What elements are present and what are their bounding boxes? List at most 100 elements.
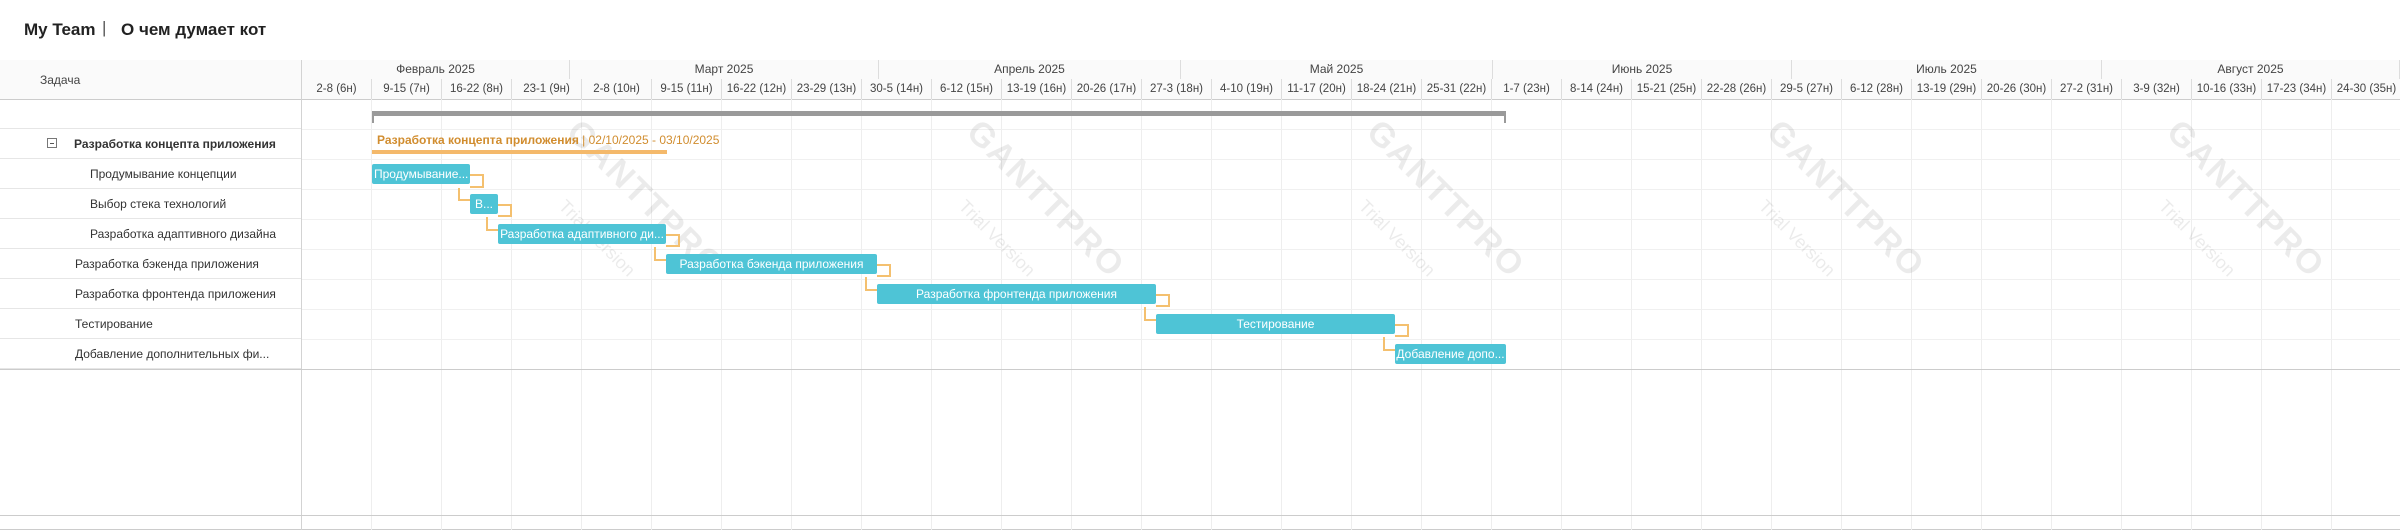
watermark-brand: GANTTPRO [959,112,1133,286]
task-row[interactable]: Разработка бэкенда приложения [0,249,301,279]
scroll-area-divider [0,515,2400,516]
row-divider [302,129,2400,130]
week-gridline [1981,99,1982,530]
task-label: Разработка адаптивного дизайна [90,227,277,241]
week-gridline [791,99,792,530]
row-divider [302,339,2400,340]
task-row[interactable]: Тестирование [0,309,301,339]
dependency-link[interactable] [1395,324,1409,337]
gantt-chart: Задача Разработка концепта приложения Пр… [0,60,2400,531]
month-header: Март 2025 [570,60,879,79]
task-column-header[interactable]: Задача [0,60,301,100]
app-header: My Team | О чем думает кот [0,0,2400,60]
week-header: 9-15 (11н) [652,79,722,99]
week-gridline [1561,99,1562,530]
week-header: 20-26 (17н) [1072,79,1142,99]
week-header: 8-14 (24н) [1562,79,1632,99]
week-header: 27-2 (31н) [2052,79,2122,99]
month-header: Февраль 2025 [302,60,570,79]
task-row-project[interactable] [0,99,301,129]
week-gridline [2261,99,2262,530]
week-header: 23-1 (9н) [512,79,582,99]
task-label: Разработка фронтенда приложения [75,287,276,301]
week-header: 27-3 (18н) [1142,79,1212,99]
week-gridline [2121,99,2122,530]
week-gridline [1701,99,1702,530]
week-gridline [861,99,862,530]
task-column-label: Задача [40,73,81,87]
dependency-link[interactable] [666,234,680,247]
grid-bottom-divider [0,369,2400,370]
week-header: 24-30 (35н) [2332,79,2400,99]
week-gridline [511,99,512,530]
team-name[interactable]: My Team [24,20,96,40]
dependency-link[interactable] [1156,294,1170,307]
week-scale: 2-8 (6н) 9-15 (7н) 16-22 (8н) 23-1 (9н) 2-8 … [302,79,2400,100]
task-grid: Задача Разработка концепта приложения Пр… [0,60,302,530]
summary-label: Разработка концепта приложения | 02/10/2… [377,133,720,147]
week-gridline [1911,99,1912,530]
task-label: Разработка бэкенда приложения [75,257,259,271]
month-header: Июль 2025 [1792,60,2102,79]
task-label: Выбор стека технологий [90,197,227,211]
week-gridline [1491,99,1492,530]
week-header: 29-5 (27н) [1772,79,1842,99]
collapse-toggle-icon[interactable] [47,138,57,148]
task-bar[interactable]: Продумывание... [372,164,470,184]
week-header: 22-28 (26н) [1702,79,1772,99]
task-bar[interactable]: Разработка бэкенда приложения [666,254,877,274]
week-header: 16-22 (12н) [722,79,792,99]
row-divider [302,279,2400,280]
week-header: 2-8 (10н) [582,79,652,99]
task-row[interactable]: Добавление дополнительных фи... [0,339,301,369]
week-gridline [2331,99,2332,530]
month-header: Август 2025 [2102,60,2400,79]
week-gridline [721,99,722,530]
task-bar[interactable]: Разработка адаптивного ди... [498,224,666,244]
watermark-brand: GANTTPRO [2159,112,2333,286]
week-header: 10-16 (33н) [2192,79,2262,99]
task-row[interactable]: Выбор стека технологий [0,189,301,219]
week-gridline [931,99,932,530]
week-gridline [1141,99,1142,530]
task-label: Добавление дополнительных фи... [75,347,270,361]
week-header: 6-12 (15н) [932,79,1002,99]
task-label: Разработка концепта приложения [74,137,276,151]
task-row[interactable]: Продумывание концепции [0,159,301,189]
week-header: 2-8 (6н) [302,79,372,99]
week-gridline [1771,99,1772,530]
week-header: 11-17 (20н) [1282,79,1352,99]
task-label: Продумывание концепции [90,167,237,181]
header-separator: | [102,18,107,37]
task-label: Тестирование [75,317,153,331]
dependency-link[interactable] [470,174,484,188]
week-header: 17-23 (34н) [2262,79,2332,99]
week-header: 23-29 (13н) [792,79,862,99]
task-row[interactable]: Разработка адаптивного дизайна [0,219,301,249]
week-header: 3-9 (32н) [2122,79,2192,99]
month-header: Июнь 2025 [1493,60,1792,79]
week-header: 9-15 (7н) [372,79,442,99]
task-row-group[interactable]: Разработка концепта приложения [0,129,301,159]
month-header: Апрель 2025 [879,60,1181,79]
project-title[interactable]: О чем думает кот [121,20,266,40]
week-header: 13-19 (16н) [1002,79,1072,99]
task-bar[interactable]: В... [470,194,498,214]
project-timeline-bar[interactable] [372,111,1506,123]
week-header: 20-26 (30н) [1982,79,2052,99]
task-bar[interactable]: Добавление допо... [1395,344,1506,364]
dependency-link[interactable] [498,204,512,217]
timeline[interactable]: Февраль 2025 Март 2025 Апрель 2025 Май 2… [302,60,2400,530]
summary-name: Разработка концепта приложения [377,133,579,147]
summary-bar[interactable] [372,150,667,154]
month-header: Май 2025 [1181,60,1493,79]
row-divider [302,219,2400,220]
week-header: 6-12 (28н) [1842,79,1912,99]
task-row[interactable]: Разработка фронтенда приложения [0,279,301,309]
task-bar[interactable]: Тестирование [1156,314,1395,334]
week-header: 4-10 (19н) [1212,79,1282,99]
dependency-link[interactable] [877,264,891,277]
week-header: 15-21 (25н) [1632,79,1702,99]
task-bar[interactable]: Разработка фронтенда приложения [877,284,1156,304]
week-header: 30-5 (14н) [862,79,932,99]
